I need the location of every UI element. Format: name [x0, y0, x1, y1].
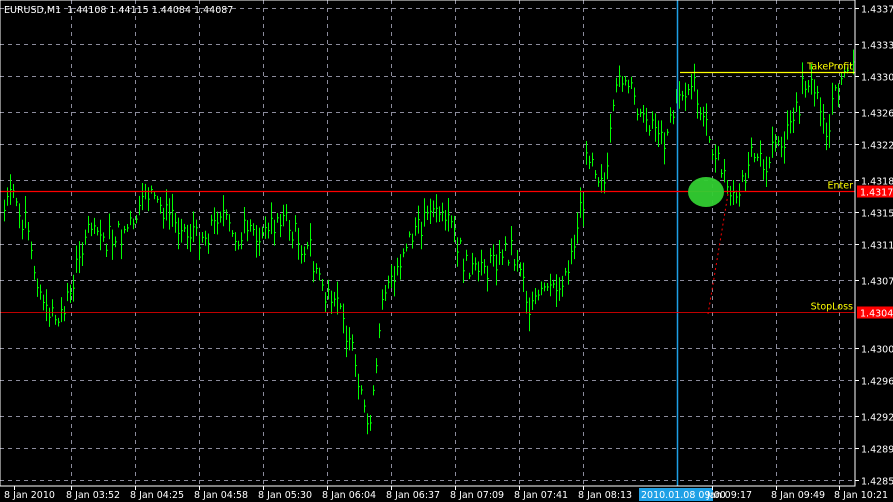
y-tick-label: 1.43150 [861, 209, 893, 220]
entry-marker [688, 177, 724, 207]
y-tick-label: 1.43185 [861, 177, 893, 188]
x-tick-label: 8 Jan 09:49 [771, 490, 825, 501]
x-tick-label: 8 Jan 08:13 [578, 490, 632, 501]
y-tick-label: 1.43335 [861, 41, 893, 52]
y-tick-label: 1.42925 [861, 413, 893, 424]
symbol-title: EURUSD,M1 1.44108 1.44115 1.44084 1.44087 [4, 5, 233, 16]
takeprofit-label: TakeProfit [806, 62, 853, 73]
x-tick-label: Jan 09:17 [706, 490, 752, 501]
x-tick-label: 8 Jan 04:58 [194, 490, 248, 501]
y-tick-label: 1.43115 [861, 241, 893, 252]
price-bars [4, 49, 855, 435]
x-tick-label: 8 Jan 04:25 [130, 490, 184, 501]
y-tick-label: 1.43225 [861, 141, 893, 152]
enter-label: Enter [828, 181, 854, 192]
x-tick-label: 8 Jan 03:52 [66, 490, 120, 501]
x-tick-label: 8 Jan 2010 [4, 490, 55, 501]
y-tick-label: 1.43375 [861, 5, 893, 16]
x-tick-label: 8 Jan 10:21 [834, 490, 888, 501]
y-tick-label: 1.42855 [861, 477, 893, 488]
enter-price-label: 1.43173 [860, 188, 893, 199]
x-tick-label: 8 Jan 06:37 [386, 490, 440, 501]
price-chart[interactable]: TakeProfit Enter 1.43173 StopLoss 1.43040 1.… [0, 0, 893, 502]
stoploss-label: StopLoss [811, 302, 853, 313]
y-tick-label: 1.42890 [861, 445, 893, 456]
stoploss-price-label: 1.43040 [860, 309, 893, 320]
x-tick-label: 8 Jan 07:41 [514, 490, 568, 501]
y-tick-label: 1.43075 [861, 277, 893, 288]
time-axis: 8 Jan 2010 8 Jan 03:52 8 Jan 04:25 8 Jan 04… [4, 486, 888, 501]
y-tick-label: 1.43300 [861, 73, 893, 84]
y-tick-label: 1.43000 [861, 345, 893, 356]
x-tick-label: 8 Jan 05:30 [258, 490, 312, 501]
trade-trend-line [707, 193, 729, 315]
x-tick-label: 8 Jan 06:04 [322, 490, 376, 501]
x-tick-label: 8 Jan 07:09 [450, 490, 504, 501]
order-levels: TakeProfit Enter 1.43173 StopLoss 1.43040 [0, 62, 893, 320]
price-axis: 1.43375 1.43335 1.43300 1.43260 1.43225 1.431… [855, 5, 893, 488]
y-tick-label: 1.42965 [861, 377, 893, 388]
y-tick-label: 1.43260 [861, 109, 893, 120]
